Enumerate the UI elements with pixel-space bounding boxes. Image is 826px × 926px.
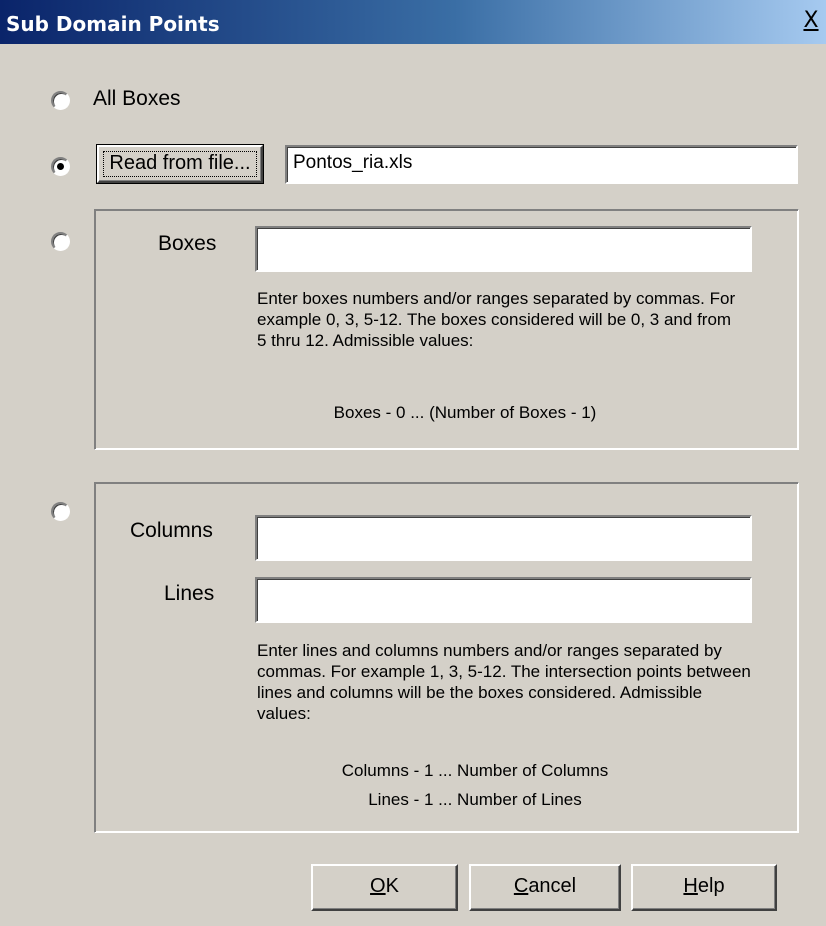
radio-columns-lines[interactable]	[51, 502, 70, 521]
cancel-label: ancel	[528, 875, 577, 897]
admissible-lines: Lines - 1 ... Number of Lines	[368, 790, 582, 809]
title-bar: Sub Domain Points X	[0, 0, 826, 44]
grid-hint: Enter lines and columns numbers and/or r…	[257, 641, 751, 723]
help-button[interactable]: Help	[631, 864, 777, 911]
boxes-admissible: Boxes - 0 ... (Number of Boxes - 1)	[333, 403, 597, 422]
read-from-file-button[interactable]: Read from file...	[96, 144, 264, 184]
lines-label: Lines	[164, 582, 215, 605]
radio-boxes[interactable]	[51, 232, 70, 251]
radio-selected-dot	[57, 163, 64, 170]
columns-label: Columns	[130, 519, 213, 542]
radio-all-boxes[interactable]	[51, 91, 70, 110]
ok-accelerator: O	[370, 875, 386, 897]
focus-rect	[103, 151, 257, 177]
help-label: elp	[697, 875, 725, 897]
file-name-input[interactable]: Pontos_ria.xls	[285, 145, 798, 184]
boxes-label: Boxes	[158, 232, 217, 255]
window-title: Sub Domain Points	[6, 12, 220, 36]
columns-input[interactable]	[255, 515, 752, 561]
boxes-hint: Enter boxes numbers and/or ranges separa…	[257, 289, 736, 350]
cancel-accelerator: C	[513, 875, 529, 897]
help-accelerator: H	[683, 875, 698, 897]
all-boxes-label: All Boxes	[93, 87, 181, 110]
ok-label: K	[385, 875, 399, 897]
admissible-columns: Columns - 1 ... Number of Columns	[341, 761, 609, 780]
lines-input[interactable]	[255, 577, 752, 623]
close-button[interactable]: X	[800, 10, 822, 34]
radio-read-from-file[interactable]	[51, 157, 70, 176]
cancel-button[interactable]: Cancel	[469, 864, 621, 911]
boxes-input[interactable]	[255, 226, 752, 272]
ok-button[interactable]: OK	[311, 864, 458, 911]
